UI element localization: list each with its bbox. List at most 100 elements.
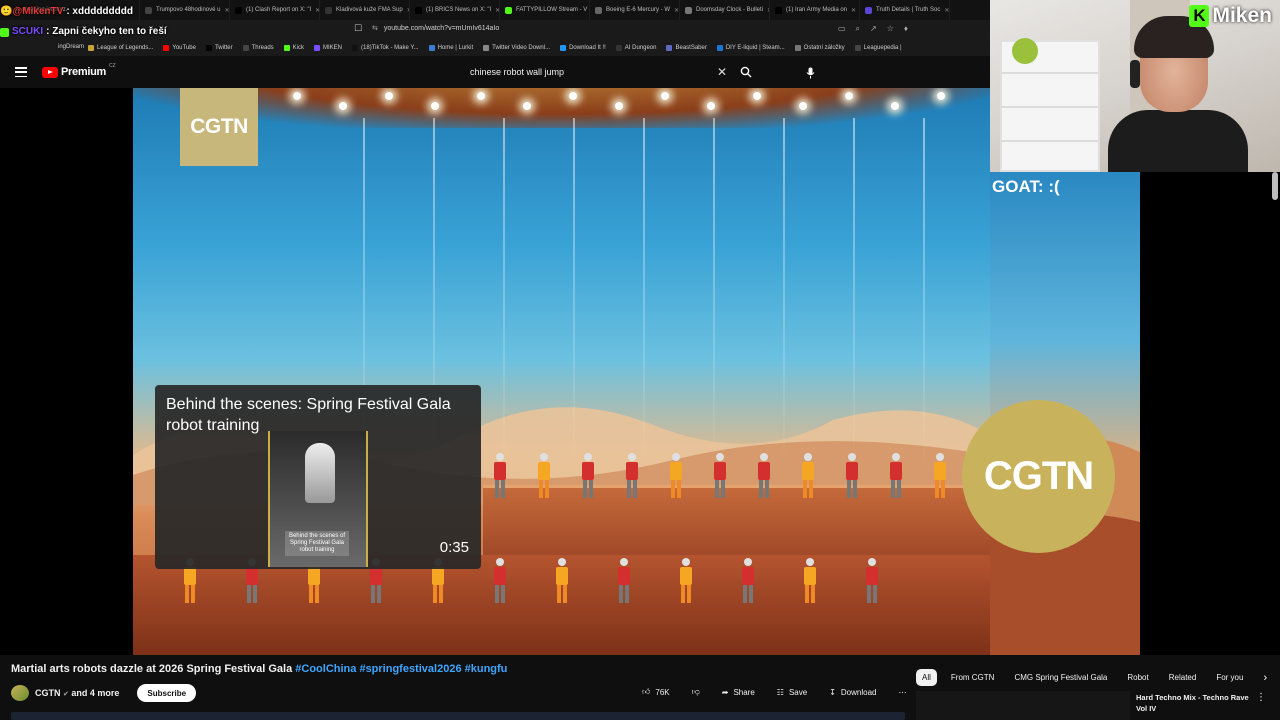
tab-close-icon[interactable]: ✕ [225, 7, 230, 14]
plush-toy [1012, 38, 1038, 64]
bookmark-item[interactable]: ingDream [58, 44, 84, 50]
more-actions-icon[interactable]: ⋯ [891, 683, 914, 701]
search-button[interactable] [732, 61, 760, 83]
browser-tab[interactable]: (1) BRICS News on X: "I ✕ [410, 0, 500, 20]
tab-label: (1) BRICS News on X: "I [426, 7, 492, 13]
bookmark-item[interactable]: Kick [283, 45, 304, 51]
chip-cmg-spring-festival-gala[interactable]: CMG Spring Festival Gala [1008, 669, 1114, 686]
browser-tab[interactable]: Boeing E-6 Mercury - W ✕ [590, 0, 680, 20]
dislike-button[interactable]: 👎︎ [684, 683, 707, 701]
voice-search-button[interactable] [800, 62, 821, 83]
channel-avatar[interactable] [11, 685, 29, 701]
stage-light [569, 92, 577, 100]
tab-label: FATTYPILLOW Stream - V [516, 7, 588, 13]
chip-all[interactable]: All [916, 669, 937, 686]
browser-tab[interactable]: Truth Details | Truth Soc ✕ [860, 0, 950, 20]
bookmark-page-icon[interactable]: ☐ [354, 23, 362, 34]
kid-performer [933, 453, 947, 499]
stage-light [339, 102, 347, 110]
video-title: Martial arts robots dazzle at 2026 Sprin… [11, 663, 507, 675]
extension-icon[interactable]: ♦ [904, 24, 908, 34]
chip-related[interactable]: Related [1162, 669, 1203, 686]
youtube-play-icon [42, 66, 58, 78]
video-hashtags[interactable]: #CoolChina #springfestival2026 #kungfu [295, 663, 507, 675]
download-button[interactable]: ↧ Download [822, 683, 884, 701]
save-label: Save [788, 687, 808, 697]
url-field[interactable]: ⇆ youtube.com/watch?v=mUmIv614aIo [372, 24, 499, 33]
bookmark-item[interactable]: Ostatní záložky [794, 45, 845, 51]
bookmark-item[interactable]: MIKEN [314, 45, 342, 51]
end-screen-video-card[interactable]: Behind the scenes: Spring Festival Gala … [155, 385, 481, 569]
like-button[interactable]: 👍︎ 76K [635, 683, 677, 701]
humanoid-robot [493, 558, 507, 604]
bookmark-item[interactable]: League of Legends... [88, 45, 153, 51]
bookmark-favicon-icon [205, 45, 212, 51]
chevron-right-icon[interactable]: › [1263, 672, 1267, 684]
channel-name[interactable]: CGTN ✔ and 4 more [35, 688, 119, 698]
bookmark-favicon-icon [716, 45, 723, 51]
chip-robot[interactable]: Robot [1121, 669, 1155, 686]
streamer-name: Miken [1212, 4, 1272, 27]
light-beam [713, 118, 715, 468]
light-beam [853, 118, 855, 468]
install-app-icon[interactable]: ▭ [838, 24, 846, 34]
recommended-video-thumbnail[interactable] [916, 691, 1130, 720]
humanoid-robot [493, 453, 507, 499]
tab-close-icon[interactable]: ✕ [944, 7, 949, 14]
recommended-video-title[interactable]: Hard Techno Mix - Techno Rave Vol IV [1136, 692, 1256, 714]
kid-performer [803, 558, 817, 604]
bookmark-item[interactable]: (18)TikTok - Make Y... [352, 45, 419, 51]
bookmark-label: AI Dungeon [624, 45, 657, 51]
bookmark-item[interactable]: Threads [242, 45, 274, 51]
browser-tab[interactable]: (1) Clash Report on X: "I ✕ [230, 0, 320, 20]
video-actions: 👍︎ 76K 👎︎ ➦ Share ☷ Save ↧ Download ⋯ [635, 683, 914, 701]
bookmark-favicon-icon [352, 45, 359, 51]
bookmark-label: League of Legends... [97, 45, 154, 51]
video-player[interactable]: CGTN [133, 88, 990, 655]
page-scrollbar[interactable] [1272, 172, 1278, 200]
subscribe-button[interactable]: Subscribe [137, 684, 197, 702]
zoom-icon[interactable]: ⌕ [856, 24, 860, 34]
clear-search-icon[interactable]: ✕ [712, 65, 732, 79]
humanoid-robot [617, 558, 631, 604]
chip-from-cgtn[interactable]: From CGTN [944, 669, 1001, 686]
chip-for-you[interactable]: For you [1210, 669, 1250, 686]
stage-light [293, 92, 301, 100]
stage-light [431, 102, 439, 110]
bookmark-item[interactable]: Download It !! [560, 45, 606, 51]
bookmark-item[interactable]: DIY E-liquid | Steam... [716, 45, 785, 51]
browser-tab[interactable]: Doomsday Clock - Bulleti✕ [680, 0, 770, 20]
youtube-logo[interactable]: Premium CZ [42, 63, 116, 78]
bookmark-item[interactable]: Twitter Video Downl... [483, 45, 550, 51]
tab-close-icon[interactable]: ✕ [851, 7, 856, 14]
browser-tab[interactable]: FATTYPILLOW Stream - V✕ [500, 0, 590, 20]
bookmark-item[interactable]: BeastSaber [666, 45, 707, 51]
video-info-section: Martial arts robots dazzle at 2026 Sprin… [0, 655, 1280, 720]
site-info-icon[interactable]: ⇆ [372, 24, 378, 32]
bookmark-favicon-icon [560, 45, 567, 51]
search-input[interactable]: chinese robot wall jump [460, 67, 712, 77]
menu-icon[interactable] [15, 67, 27, 77]
humanoid-robot [581, 453, 595, 499]
light-beam [643, 118, 645, 468]
bookmark-favicon-icon [88, 45, 94, 51]
more-options-icon[interactable]: ⋮ [1256, 692, 1266, 703]
description-box[interactable] [11, 712, 905, 720]
bookmark-item[interactable]: Home | Lurkit [428, 45, 473, 51]
bookmark-item[interactable]: Twitter [205, 45, 233, 51]
stage-light [753, 92, 761, 100]
browser-tab[interactable]: Kladivová kuže FMA Sup✕ [320, 0, 410, 20]
star-icon[interactable]: ☆ [887, 24, 894, 34]
share-page-icon[interactable]: ↗ [870, 24, 877, 34]
light-beam [923, 118, 925, 468]
kick-logo-icon: K [1189, 5, 1210, 27]
bookmark-item[interactable]: Leaguepedia | [854, 45, 902, 51]
bookmark-item[interactable]: YouTube [163, 45, 196, 51]
tab-close-icon[interactable]: ✕ [674, 7, 679, 14]
light-beam [573, 118, 575, 468]
share-button[interactable]: ➦ Share [714, 683, 762, 701]
bookmark-item[interactable]: AI Dungeon [615, 45, 657, 51]
browser-tab[interactable]: (1) Iran Army Media on ✕ [770, 0, 860, 20]
save-button[interactable]: ☷ Save [769, 683, 815, 701]
video-title-text: Martial arts robots dazzle at 2026 Sprin… [11, 663, 293, 675]
